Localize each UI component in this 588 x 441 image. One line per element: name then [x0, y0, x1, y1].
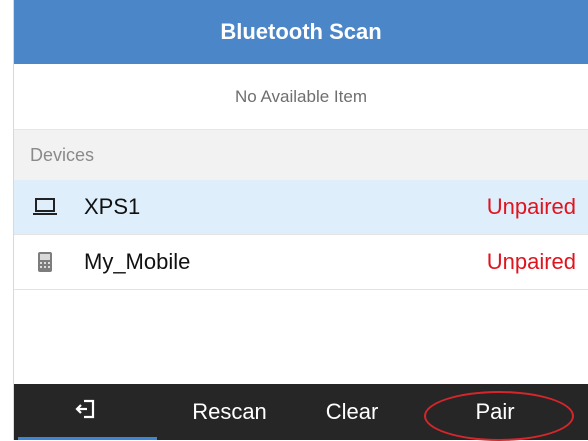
device-status: Unpaired [486, 249, 576, 274]
mobile-phone-icon [30, 251, 60, 273]
status-message: No Available Item [14, 64, 588, 130]
clear-button[interactable]: Clear [302, 384, 402, 440]
exit-icon [74, 398, 97, 426]
back-button[interactable] [14, 384, 157, 440]
device-name: My_Mobile [84, 249, 191, 274]
bottom-softkey-bar: Rescan Clear Pair [14, 384, 588, 440]
devices-section-header: Devices [14, 130, 588, 180]
left-edge-panel [0, 0, 14, 440]
bluetooth-scan-screen: Bluetooth Scan No Available Item Devices… [0, 0, 588, 441]
laptop-icon [30, 197, 60, 217]
device-name: XPS1 [84, 194, 141, 219]
pair-button[interactable]: Pair [402, 384, 588, 440]
page-title: Bluetooth Scan [14, 0, 588, 64]
device-row-my-mobile[interactable]: My_Mobile Unpaired [14, 235, 588, 290]
device-row-xps1[interactable]: XPS1 Unpaired [14, 180, 588, 235]
device-status: Unpaired [486, 194, 576, 219]
rescan-button[interactable]: Rescan [157, 384, 302, 440]
